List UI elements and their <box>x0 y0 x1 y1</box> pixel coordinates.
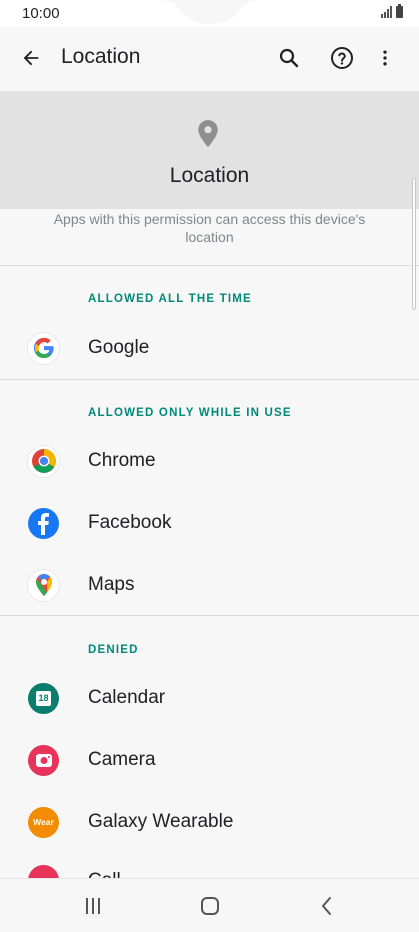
battery-icon <box>396 4 403 18</box>
app-name: Calendar <box>88 687 166 708</box>
facebook-icon <box>28 507 59 539</box>
arrow-back-icon <box>23 50 39 66</box>
section-denied: DENIED <box>88 644 139 656</box>
status-bar: 10:00 <box>0 0 419 27</box>
app-name: Maps <box>88 574 135 595</box>
divider <box>0 379 419 380</box>
scrollbar[interactable] <box>412 178 416 310</box>
header-title: Location <box>169 164 250 187</box>
page-title: Location <box>61 45 141 68</box>
divider <box>0 615 419 616</box>
calendar-day: 18 <box>36 690 51 706</box>
app-row-chrome[interactable]: Chrome <box>0 430 412 492</box>
status-time: 10:00 <box>22 5 60 22</box>
recents-icon <box>86 898 100 914</box>
app-row-google[interactable]: Google <box>0 317 412 379</box>
recents-button[interactable] <box>73 891 113 921</box>
app-row-calendar[interactable]: 18 Calendar <box>0 667 412 729</box>
galaxy-wearable-icon: Wear <box>28 806 59 838</box>
header-description: Apps with this permission can access thi… <box>53 211 366 245</box>
app-row-camera[interactable]: Camera <box>0 729 412 791</box>
more-options-button[interactable] <box>365 38 405 78</box>
app-icon <box>28 865 59 878</box>
section-allowed-while-in-use: ALLOWED ONLY WHILE IN USE <box>88 407 292 419</box>
location-pin-icon <box>198 120 218 147</box>
back-button[interactable] <box>11 38 51 78</box>
permission-header: Location <box>0 91 419 209</box>
more-vert-icon <box>383 50 387 66</box>
search-button[interactable] <box>269 38 309 78</box>
maps-icon <box>28 569 59 601</box>
chevron-left-icon <box>322 897 331 915</box>
status-icons <box>381 4 403 18</box>
app-row-facebook[interactable]: Facebook <box>0 492 412 554</box>
help-button[interactable] <box>322 38 362 78</box>
home-icon <box>201 897 219 915</box>
app-name: Camera <box>88 749 156 770</box>
calendar-icon: 18 <box>28 682 59 714</box>
section-allowed-all-the-time: ALLOWED ALL THE TIME <box>88 293 252 305</box>
navigation-bar <box>0 878 419 932</box>
camera-notch <box>160 0 260 24</box>
search-icon <box>279 48 299 68</box>
chrome-icon <box>28 445 59 477</box>
app-name: Call <box>88 870 121 878</box>
signal-icon <box>381 6 392 18</box>
app-name: Chrome <box>88 450 156 471</box>
app-row-galaxy-wearable[interactable]: Wear Galaxy Wearable <box>0 791 412 853</box>
nav-back-button[interactable] <box>307 891 347 921</box>
wear-text: Wear <box>33 817 54 827</box>
app-name: Galaxy Wearable <box>88 811 234 832</box>
app-row-partial[interactable]: Call <box>0 853 412 878</box>
app-bar: Location <box>0 27 419 91</box>
app-row-maps[interactable]: Maps <box>0 554 412 616</box>
help-icon <box>331 47 353 69</box>
app-name: Google <box>88 337 150 358</box>
home-button[interactable] <box>190 891 230 921</box>
app-name: Facebook <box>88 512 172 533</box>
camera-icon <box>28 744 59 776</box>
divider <box>0 265 419 266</box>
google-icon <box>28 332 59 364</box>
